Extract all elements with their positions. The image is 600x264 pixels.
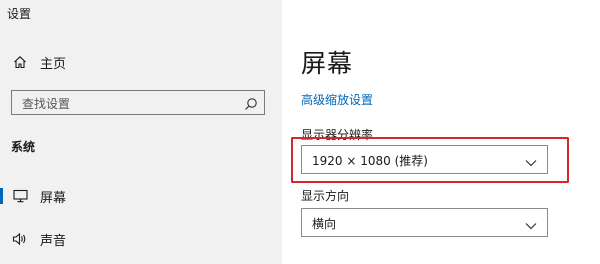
chevron-down-icon <box>525 217 537 230</box>
page-title: 屏幕 <box>301 49 354 78</box>
sidebar-item-sound[interactable]: 声音 <box>0 223 282 255</box>
sidebar-item-label: 主页 <box>40 56 67 72</box>
search-icon[interactable] <box>244 96 258 110</box>
search-placeholder: 查找设置 <box>22 97 71 111</box>
search-input[interactable]: 查找设置 <box>11 90 265 115</box>
orientation-label: 显示方向 <box>301 189 350 203</box>
sidebar-item-label: 声音 <box>40 233 67 249</box>
settings-window: 设置 主页 查找设置 系统 屏幕 声音 屏幕 高级缩放设置 显示器分辨率 192… <box>0 0 600 264</box>
sidebar-item-display[interactable]: 屏幕 <box>0 180 282 212</box>
section-heading-system: 系统 <box>11 140 36 154</box>
advanced-scaling-link[interactable]: 高级缩放设置 <box>301 91 373 108</box>
home-icon <box>12 54 28 70</box>
sidebar-item-label: 屏幕 <box>40 190 67 206</box>
monitor-icon <box>12 188 28 204</box>
selection-indicator <box>0 188 3 204</box>
resolution-dropdown[interactable]: 1920 × 1080 (推荐) <box>301 145 548 174</box>
sidebar: 设置 主页 查找设置 系统 屏幕 声音 <box>0 0 282 264</box>
speaker-icon <box>12 231 28 247</box>
orientation-value: 横向 <box>312 217 337 231</box>
main-content: 屏幕 高级缩放设置 显示器分辨率 1920 × 1080 (推荐) 显示方向 横… <box>282 0 600 264</box>
resolution-value: 1920 × 1080 (推荐) <box>312 154 428 168</box>
app-title: 设置 <box>7 7 32 21</box>
orientation-dropdown[interactable]: 横向 <box>301 208 548 237</box>
sidebar-item-home[interactable]: 主页 <box>0 46 282 78</box>
chevron-down-icon <box>525 154 537 167</box>
